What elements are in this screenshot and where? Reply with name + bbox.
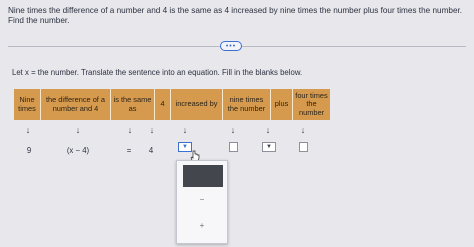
value-equals: = xyxy=(126,146,132,155)
answer-blank-four-times-number[interactable] xyxy=(299,142,308,152)
down-arrow-icon: ↓ xyxy=(149,125,155,135)
translation-table-header: Nine times the difference of a number an… xyxy=(14,89,330,120)
down-arrow-icon: ↓ xyxy=(230,125,236,135)
header-plus: plus xyxy=(271,89,293,120)
option-plus[interactable]: + xyxy=(177,221,227,230)
down-arrow-icon: ↓ xyxy=(25,125,31,135)
operation-dropdown-menu: − + xyxy=(176,160,228,244)
header-four: 4 xyxy=(155,89,171,120)
value-four: 4 xyxy=(148,146,154,155)
down-arrow-icon: ↓ xyxy=(127,125,133,135)
down-arrow-icon: ↓ xyxy=(75,125,81,135)
header-nine-times: Nine times xyxy=(14,89,41,120)
operation-dropdown-2[interactable]: ▼ xyxy=(262,142,276,152)
answer-blank-nine-times-number[interactable] xyxy=(229,142,238,152)
value-difference: (x − 4) xyxy=(66,146,90,155)
dropdown-selected-area[interactable] xyxy=(183,165,223,187)
option-minus[interactable]: − xyxy=(177,195,227,204)
down-arrow-icon: ↓ xyxy=(182,125,188,135)
instruction-text: Let x = the number. Translate the senten… xyxy=(12,68,303,77)
down-arrow-icon: ↓ xyxy=(265,125,271,135)
header-four-times-number: four times the number xyxy=(295,90,328,117)
expand-more-button[interactable]: ••• xyxy=(220,41,242,51)
header-nine-times-number: nine times the number xyxy=(223,89,271,120)
header-difference: the difference of a number and 4 xyxy=(41,89,111,120)
value-nine: 9 xyxy=(26,146,32,155)
question-text: Nine times the difference of a number an… xyxy=(8,6,463,26)
down-arrow-icon: ↓ xyxy=(300,125,306,135)
header-is-same-as: is the same as xyxy=(111,89,155,120)
header-increased-by: increased by xyxy=(171,89,223,120)
